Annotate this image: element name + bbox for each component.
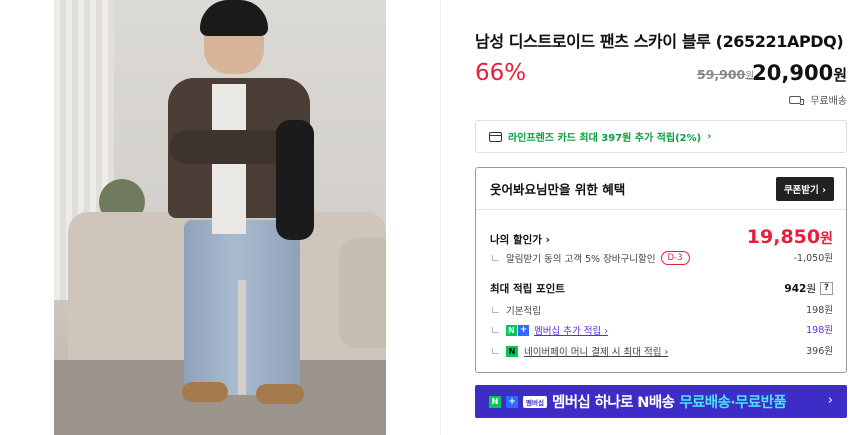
naver-pay-icon: N xyxy=(506,345,518,357)
help-icon[interactable]: ? xyxy=(820,282,833,295)
discount-rate: 66% xyxy=(475,60,527,86)
npay-points-label[interactable]: N 네이버페이 머니 결제 시 최대 적립 › xyxy=(490,344,668,358)
model-leg-gap xyxy=(238,280,246,395)
photo-sofa-arm xyxy=(339,238,386,348)
original-price-value: 59,900 xyxy=(697,67,746,82)
photo-model xyxy=(164,0,314,435)
npay-points-row[interactable]: N 네이버페이 머니 결제 시 최대 적립 › 396원 xyxy=(490,343,833,358)
my-price: 19,850원 xyxy=(747,226,833,248)
card-icon xyxy=(489,131,502,142)
truck-icon xyxy=(789,95,804,105)
chevron-right-icon: › xyxy=(707,131,712,142)
card-promo-text: 라인프렌즈 카드 최대 397원 추가 적립(2%) xyxy=(508,133,702,144)
membership-points-link[interactable]: 멤버십 추가 적립 › xyxy=(534,323,608,337)
product-detail-page: 남성 디스트로이드 팬츠 스카이 블루 (265221APDQ) 66% 59,… xyxy=(0,0,850,435)
benefit-box: 웃어봐요님만을 위한 혜택 쿠폰받기 › 나의 할인가 › 19,850원 알림… xyxy=(475,167,847,373)
original-price: 59,900원 xyxy=(697,67,754,82)
coupon-button[interactable]: 쿠폰받기 › xyxy=(775,176,834,201)
benefit-title: 웃어봐요님만을 위한 혜택 xyxy=(490,182,626,197)
membership-banner[interactable]: N + 멤버십 멤버십 하나로 N배송 무료배송·무료반품 › xyxy=(475,385,847,418)
panel-divider xyxy=(440,0,441,435)
banner-text: 멤버십 하나로 N배송 xyxy=(551,395,675,411)
membership-points-row[interactable]: N + 멤버십 추가 적립 › 198원 xyxy=(490,322,833,337)
card-promo-banner[interactable]: 라인프렌즈 카드 최대 397원 추가 적립(2%) › xyxy=(475,120,847,153)
banner-highlight: 무료배송·무료반품 xyxy=(679,395,787,411)
membership-points-label[interactable]: N + 멤버십 추가 적립 › xyxy=(490,323,608,337)
my-price-row[interactable]: 나의 할인가 › 19,850원 xyxy=(490,226,833,248)
base-points-value: 198원 xyxy=(806,305,833,316)
alarm-discount-label: 알림받기 동의 고객 5% 장바구니할인 D-3 xyxy=(490,251,690,265)
model-shoe-right xyxy=(256,384,304,404)
elbow-icon xyxy=(492,307,499,313)
my-price-value: 19,850 xyxy=(746,226,821,248)
alarm-discount-text: 알림받기 동의 고객 5% 장바구니할인 xyxy=(506,254,656,265)
sale-price-value: 20,900 xyxy=(752,61,834,85)
plus-icon: + xyxy=(506,395,518,408)
naver-n-icon: N xyxy=(506,324,517,336)
points-value: 942원? xyxy=(784,281,833,296)
plus-icon: + xyxy=(518,324,529,336)
points-number: 942 xyxy=(784,283,807,295)
model-bag xyxy=(276,120,314,240)
membership-points-value: 198원 xyxy=(806,325,833,336)
model-shoe-left xyxy=(182,382,228,402)
elbow-icon xyxy=(492,255,499,261)
points-unit: 원 xyxy=(806,283,816,295)
my-price-unit: 원 xyxy=(820,231,833,247)
npay-points-value: 396원 xyxy=(806,346,833,357)
naver-n-icon: N xyxy=(489,395,501,408)
chevron-right-icon: › xyxy=(827,393,833,408)
alarm-discount-row: 알림받기 동의 고객 5% 장바구니할인 D-3 -1,050원 xyxy=(490,250,833,265)
base-points-row: 기본적립 198원 xyxy=(490,302,833,317)
sale-price-unit: 원 xyxy=(833,66,847,84)
base-points-label: 기본적립 xyxy=(490,303,541,317)
delivery-info: 무료배송 xyxy=(789,92,847,107)
benefit-header: 웃어봐요님만을 위한 혜택 쿠폰받기 › xyxy=(476,168,846,210)
base-points-text: 기본적립 xyxy=(506,306,541,317)
elbow-icon xyxy=(492,348,499,354)
dday-badge: D-3 xyxy=(660,251,690,265)
my-price-label[interactable]: 나의 할인가 › xyxy=(490,232,550,247)
elbow-icon xyxy=(492,327,499,333)
product-image[interactable] xyxy=(54,0,386,435)
alarm-discount-value: -1,050원 xyxy=(793,253,833,264)
points-row: 최대 적립 포인트 942원? xyxy=(490,281,833,296)
product-title: 남성 디스트로이드 팬츠 스카이 블루 (265221APDQ) xyxy=(475,32,844,51)
model-hair xyxy=(200,0,268,36)
delivery-label: 무료배송 xyxy=(810,96,847,107)
naver-plus-icon: N + xyxy=(506,324,529,336)
membership-tag: 멤버십 xyxy=(523,395,547,408)
npay-points-link[interactable]: 네이버페이 머니 결제 시 최대 적립 › xyxy=(524,344,668,358)
sale-price: 20,900원 xyxy=(752,61,847,85)
points-label: 최대 적립 포인트 xyxy=(490,283,565,295)
